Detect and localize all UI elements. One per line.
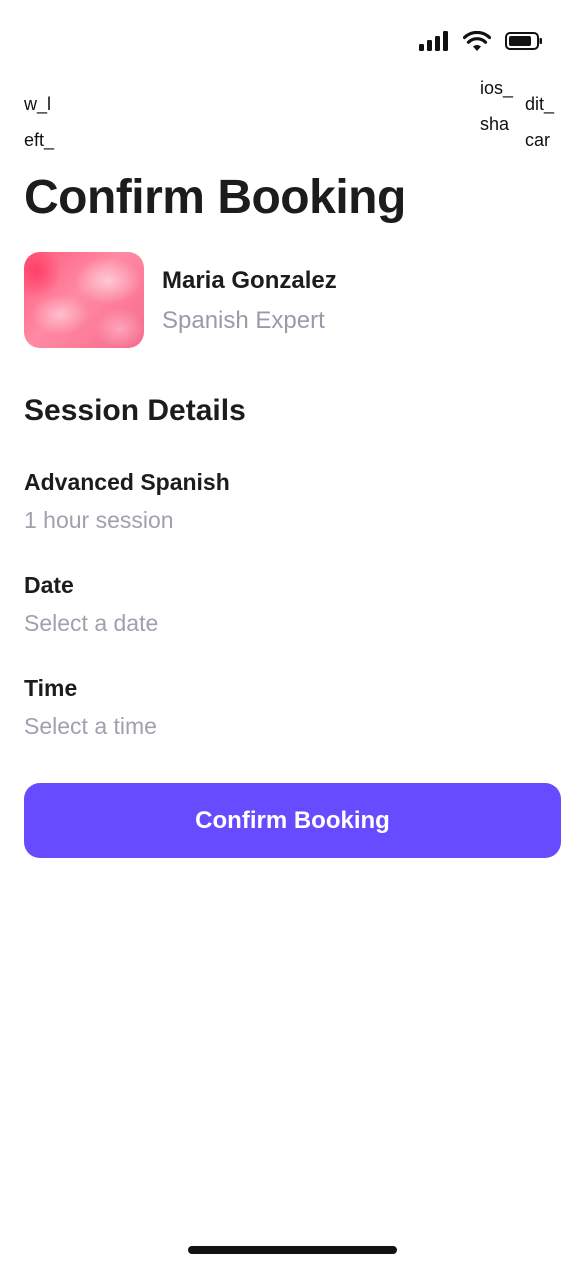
broken-text-line: w_l <box>24 94 52 114</box>
date-selector[interactable]: Select a date <box>24 608 158 638</box>
tutor-role: Spanish Expert <box>162 307 325 334</box>
broken-text-line: sha <box>480 114 510 134</box>
cellular-signal-icon <box>419 31 448 51</box>
broken-text-line: ... <box>480 146 524 156</box>
broken-text-line: eft_ <box>24 130 55 150</box>
wifi-icon <box>463 30 491 51</box>
course-duration: 1 hour session <box>24 507 174 533</box>
section-title-session-details: Session Details <box>24 394 246 427</box>
tutor-name: Maria Gonzalez <box>162 267 337 294</box>
broken-image-text-right: dit_ car <box>525 86 567 158</box>
confirm-booking-button[interactable]: Confirm Booking <box>24 783 561 858</box>
broken-text-line: dit_ <box>525 94 555 114</box>
course-label: Advanced Spanish <box>24 469 230 495</box>
status-bar-icons <box>419 29 543 53</box>
home-indicator <box>188 1246 397 1254</box>
time-label: Time <box>24 675 78 701</box>
time-selector[interactable]: Select a time <box>24 711 157 741</box>
battery-icon <box>505 32 542 50</box>
broken-text-line: car <box>525 130 551 150</box>
date-label: Date <box>24 572 74 598</box>
broken-text-line: ios_ <box>480 78 514 98</box>
broken-image-text-left: w_l eft_ <box>24 86 66 158</box>
broken-image-text-middle: ios_ sha ... <box>480 74 524 156</box>
tutor-avatar <box>24 252 144 348</box>
page-title: Confirm Booking <box>24 171 406 224</box>
